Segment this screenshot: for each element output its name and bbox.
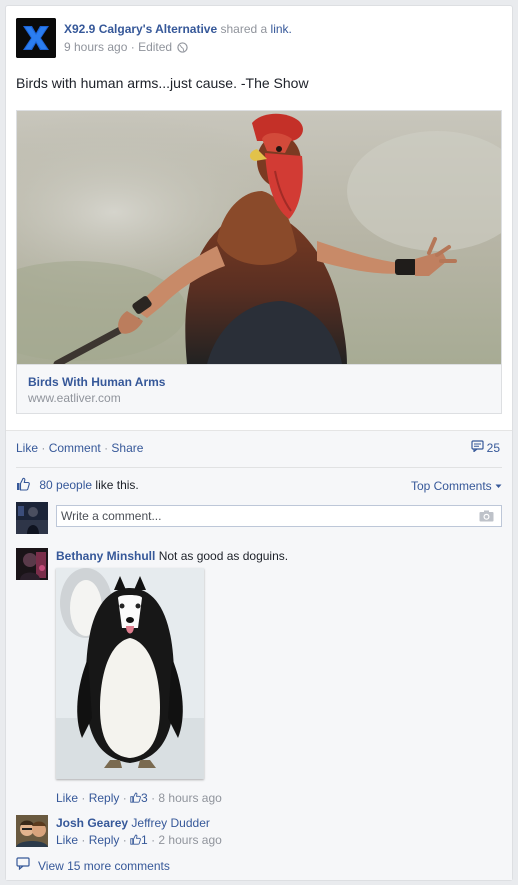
action-bar: Like · Comment · Share	[16, 441, 144, 455]
comment-like-button[interactable]: Like	[56, 791, 78, 805]
comment-bubble-icon	[471, 440, 484, 456]
comment-bubble-icon	[16, 857, 30, 874]
view-more-comments[interactable]: View 15 more comments	[16, 857, 170, 874]
comment-reply-button[interactable]: Reply	[89, 791, 120, 805]
commenter-avatar[interactable]	[16, 815, 48, 847]
comment-actions: Like · Reply · 3 · 8 hours ago	[56, 791, 222, 805]
x-logo-icon	[16, 18, 56, 58]
top-comments-dropdown[interactable]: Top Comments	[411, 477, 502, 494]
share-button[interactable]: Share	[111, 441, 143, 455]
post-timestamp[interactable]: 9 hours ago	[64, 40, 127, 54]
link-title[interactable]: Birds With Human Arms	[28, 375, 490, 390]
comment-time[interactable]: 8 hours ago	[158, 791, 221, 805]
likers-link[interactable]: 80 people	[39, 478, 92, 492]
globe-icon[interactable]	[177, 41, 189, 57]
commenter-name[interactable]: Josh Gearey	[56, 816, 128, 830]
shared-text: shared a	[220, 22, 268, 36]
caret-down-icon	[495, 477, 502, 493]
thumbs-up-icon	[130, 833, 141, 849]
feed-post: X92.9 Calgary's Alternative shared a lin…	[5, 5, 513, 881]
comment-like-button[interactable]: Like	[56, 833, 78, 847]
commenter-name[interactable]: Bethany Minshull	[56, 549, 155, 563]
link-domain: www.eatliver.com	[28, 391, 121, 405]
link-preview[interactable]: Birds With Human Arms www.eatliver.com	[16, 110, 502, 414]
comment-composer	[16, 502, 502, 536]
thumbs-up-icon	[16, 477, 30, 495]
comment-item: Bethany Minshull Not as good as doguins.	[16, 548, 502, 818]
commenter-avatar[interactable]	[16, 548, 48, 580]
page-name-link[interactable]: X92.9 Calgary's Alternative	[64, 22, 217, 36]
comment-time[interactable]: 2 hours ago	[158, 833, 221, 847]
likes-summary: 80 people like this. Top Comments	[16, 477, 502, 493]
rooster-image[interactable]	[17, 111, 501, 364]
shared-link[interactable]: link.	[271, 22, 292, 36]
comment-text: Not as good as doguins.	[158, 549, 289, 563]
post-message: Birds with human arms...just cause. -The…	[16, 75, 309, 91]
tagged-user-link[interactable]: Jeffrey Dudder	[131, 816, 210, 830]
comment-item: Josh Gearey Jeffrey Dudder Like · Reply …	[16, 815, 502, 851]
comment-reply-button[interactable]: Reply	[89, 833, 120, 847]
thumbs-up-icon	[130, 791, 141, 807]
page-avatar[interactable]	[16, 18, 56, 58]
camera-icon[interactable]	[479, 510, 494, 525]
viewer-avatar[interactable]	[16, 502, 48, 534]
comment-actions: Like · Reply · 1 · 2 hours ago	[56, 833, 222, 847]
doguin-image[interactable]	[56, 568, 204, 779]
comment-input[interactable]	[56, 505, 502, 527]
comment-likes[interactable]: 3	[130, 791, 151, 805]
edited-label[interactable]: Edited	[138, 40, 172, 54]
comment-likes[interactable]: 1	[130, 833, 151, 847]
ufi-section: Like · Comment · Share 25 80 people like…	[6, 430, 512, 880]
like-button[interactable]: Like	[16, 441, 38, 455]
comment-button[interactable]: Comment	[49, 441, 101, 455]
comment-count[interactable]: 25	[471, 440, 500, 456]
